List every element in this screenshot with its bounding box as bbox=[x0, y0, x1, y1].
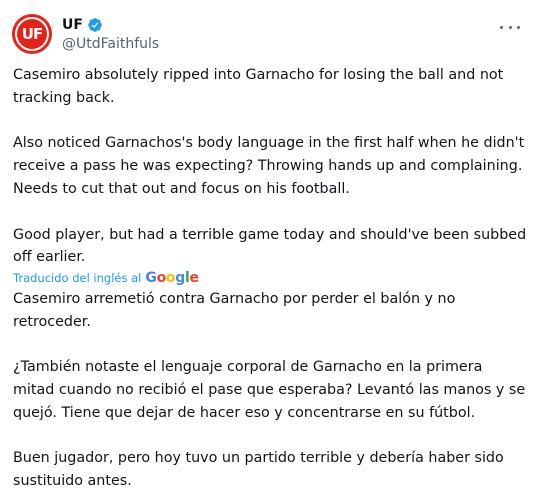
author-name-row: UF bbox=[62, 15, 159, 35]
tweet-header: UF UF @UtdFaithfuls bbox=[12, 10, 526, 54]
tweet-paragraph: Also noticed Garnachos's body language i… bbox=[13, 135, 525, 197]
tweet-body: Casemiro absolutely ripped into Garnacho… bbox=[13, 64, 528, 493]
avatar[interactable]: UF bbox=[12, 14, 52, 54]
author-handle[interactable]: @UtdFaithfuls bbox=[62, 36, 159, 52]
verified-badge-icon bbox=[88, 18, 102, 32]
translated-by-label: Traducido del inglés al bbox=[13, 270, 142, 285]
more-dot bbox=[500, 25, 503, 29]
translation-paragraph: Buen jugador, pero hoy tuvo un partido t… bbox=[13, 450, 504, 490]
author-info: UF @UtdFaithfuls bbox=[62, 15, 159, 52]
google-logo: Google bbox=[145, 269, 199, 286]
translation-paragraph: Casemiro arremetió contra Garnacho por p… bbox=[13, 290, 456, 330]
translated-by-link[interactable]: Traducido del inglés al Google bbox=[13, 268, 528, 288]
more-dot bbox=[508, 25, 512, 29]
more-horizontal-icon[interactable] bbox=[500, 20, 520, 34]
translation-paragraph: ¿También notaste el lenguaje corporal de… bbox=[13, 359, 526, 421]
avatar-ring: UF bbox=[15, 17, 49, 51]
author-display-name[interactable]: UF bbox=[62, 17, 83, 33]
tweet-paragraph: Good player, but had a terrible game tod… bbox=[13, 226, 527, 266]
tweet-paragraph: Casemiro absolutely ripped into Garnacho… bbox=[13, 67, 504, 106]
more-dot bbox=[517, 25, 520, 29]
avatar-logo: UF bbox=[17, 19, 47, 49]
tweet-text-original: Casemiro absolutely ripped into Garnacho… bbox=[13, 64, 528, 269]
tweet-text-translation: Casemiro arremetió contra Garnacho por p… bbox=[13, 288, 528, 493]
